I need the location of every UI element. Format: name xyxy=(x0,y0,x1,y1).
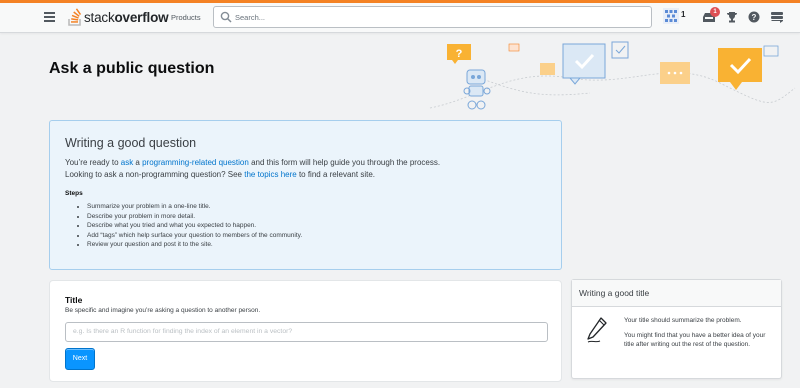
programming-question-link[interactable]: programming-related question xyxy=(142,158,249,167)
robot-icon xyxy=(463,69,491,110)
notice-intro: You’re ready to ask a programming-relate… xyxy=(65,157,546,181)
stackoverflow-logo-icon xyxy=(68,8,82,26)
search-box[interactable] xyxy=(213,6,652,28)
page-title: Ask a public question xyxy=(49,60,215,77)
step-item: Describe what you tried and what you exp… xyxy=(87,221,546,231)
step-item: Summarize your problem in a one-line tit… xyxy=(87,202,546,212)
help-heading: Writing a good title xyxy=(572,280,781,307)
help-text: You might find that you have a better id… xyxy=(624,332,766,348)
avatar[interactable] xyxy=(663,8,679,24)
reputation-count: 1 xyxy=(681,10,686,19)
intro-text: to find a relevant site. xyxy=(296,170,375,179)
step-item: Add “tags” which help surface your quest… xyxy=(87,231,546,241)
site-logo[interactable]: stackoverflow xyxy=(68,6,169,28)
next-button[interactable]: Next xyxy=(65,347,95,370)
notice-heading: Writing a good question xyxy=(65,136,197,150)
step-item: Review your question and post it to the … xyxy=(87,240,546,250)
title-label: Title xyxy=(65,295,83,305)
check-bubble-icon xyxy=(562,43,606,85)
search-input[interactable] xyxy=(235,8,635,26)
chat-bubble-icon xyxy=(660,62,690,84)
trophy-icon[interactable] xyxy=(726,11,738,23)
check-bubble-icon xyxy=(718,48,762,90)
steps-heading: Steps xyxy=(65,190,83,197)
inbox-badge: 1 xyxy=(710,7,720,17)
title-input[interactable] xyxy=(65,321,548,342)
question-bubble-icon: ? xyxy=(447,44,471,64)
pencil-icon xyxy=(587,317,607,343)
intro-text: You’re ready to xyxy=(65,158,121,167)
writing-good-question-notice: Writing a good question You’re ready to … xyxy=(49,120,562,270)
top-bar: stackoverflow Products 1 1 ? xyxy=(0,0,800,33)
help-text: Your title should summarize the problem. xyxy=(624,317,742,324)
intro-text: Looking to ask a non-programming questio… xyxy=(65,170,245,179)
help-icon[interactable]: ? xyxy=(748,11,760,23)
svg-text:?: ? xyxy=(752,13,757,22)
step-item: Describe your problem in more detail. xyxy=(87,212,546,222)
search-icon xyxy=(220,11,232,23)
ask-link[interactable]: ask xyxy=(121,158,133,167)
svg-text:?: ? xyxy=(456,48,463,60)
logo-text: stackoverflow xyxy=(84,9,169,25)
ask-question-illustration: ? xyxy=(429,41,796,110)
writing-good-title-help: Writing a good title Your title should s… xyxy=(571,279,782,379)
topics-link[interactable]: the topics here xyxy=(244,170,296,179)
title-card: Title Be specific and imagine you’re ask… xyxy=(49,280,562,382)
products-link[interactable]: Products xyxy=(165,7,207,29)
steps-list: Summarize your problem in a one-line tit… xyxy=(65,202,546,250)
title-description: Be specific and imagine you’re asking a … xyxy=(65,307,261,314)
intro-text: and this form will help guide you throug… xyxy=(248,158,441,167)
intro-text: a xyxy=(133,158,143,167)
menu-icon[interactable] xyxy=(44,12,55,22)
help-body: Your title should summarize the problem.… xyxy=(572,307,781,349)
site-switcher-icon[interactable] xyxy=(771,12,783,23)
